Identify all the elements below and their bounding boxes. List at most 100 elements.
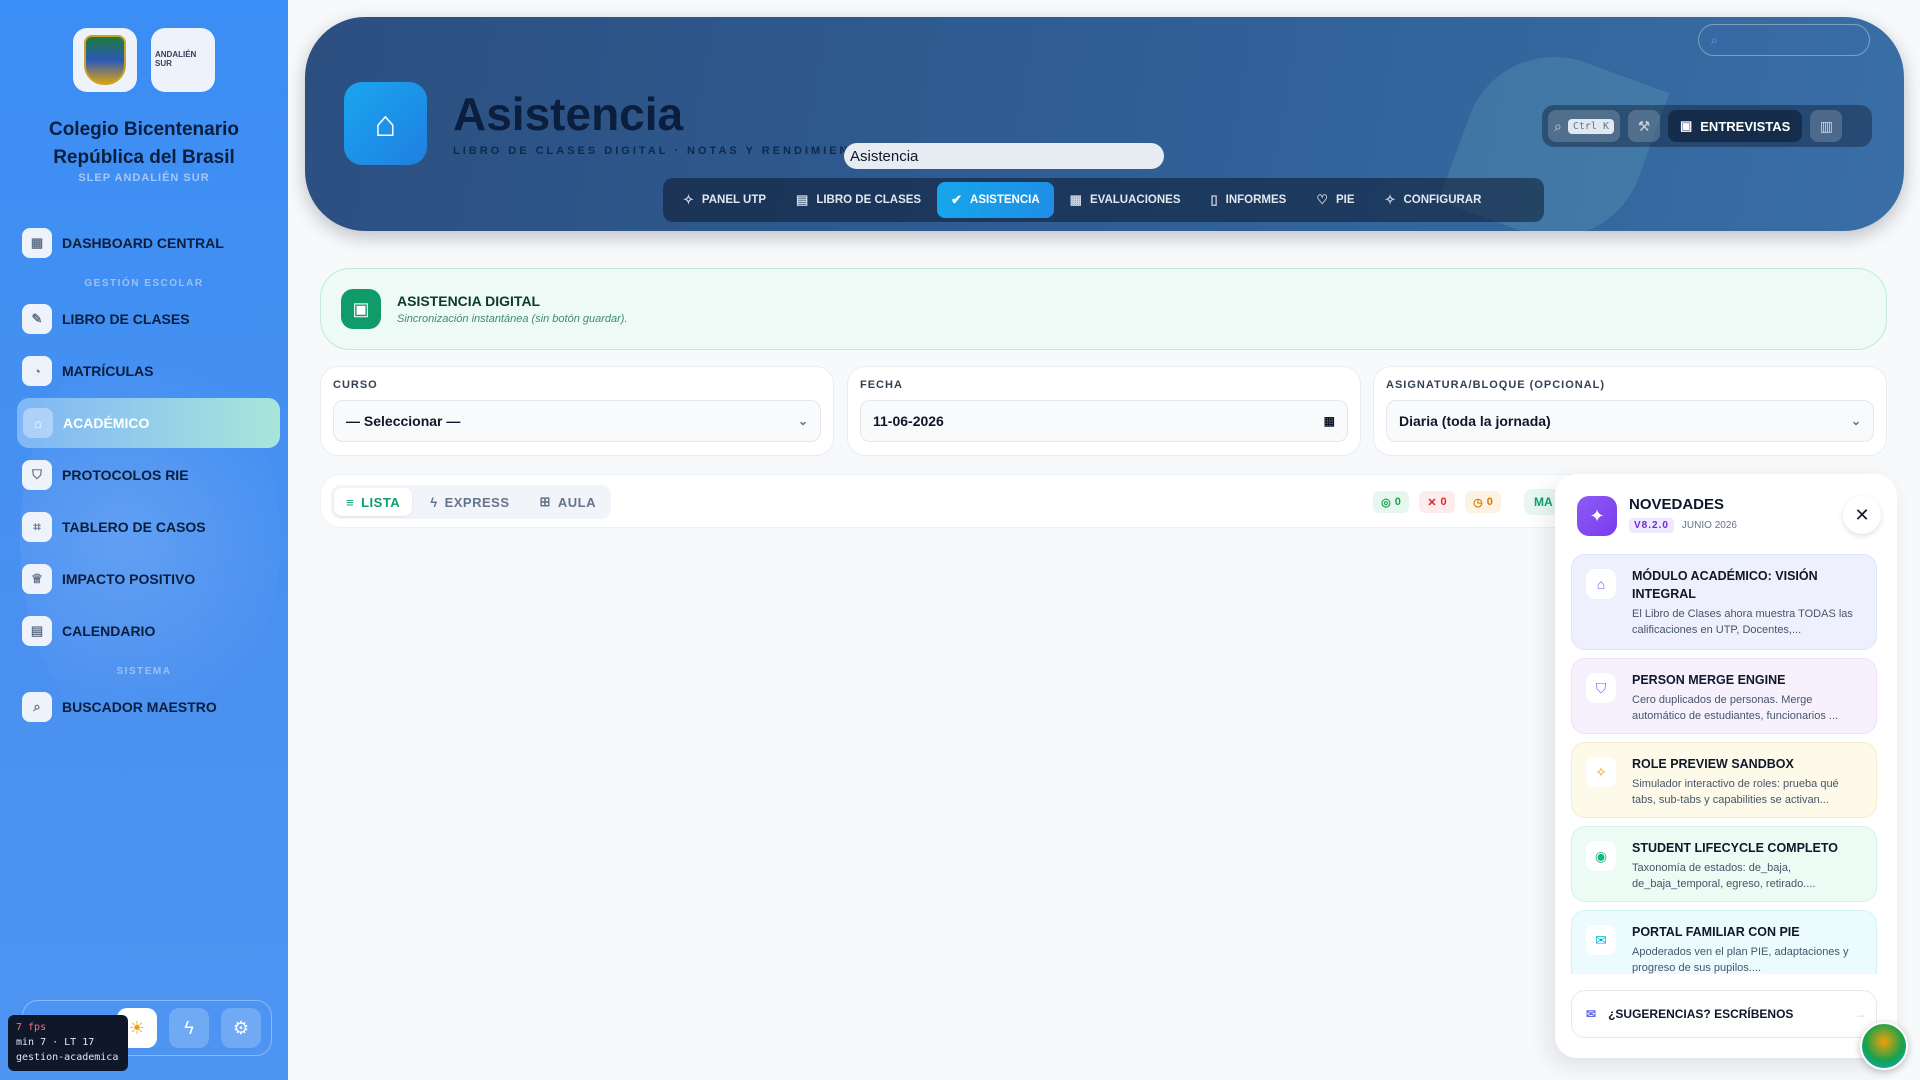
tab-label: PANEL UTP	[701, 194, 767, 206]
pin-icon: ⚒	[1637, 117, 1651, 134]
sidebar-item-label: CALENDARIO	[62, 623, 156, 639]
item-desc: El Libro de Clases ahora muestra TODAS l…	[1632, 608, 1853, 636]
logos: ANDALIÉN SUR	[0, 28, 288, 92]
sidebar-item-tablero-de-casos[interactable]: ⌗ TABLERO DE CASOS	[22, 510, 278, 544]
fps-min-line: min 7 · LT 17	[16, 1037, 95, 1048]
sidebar-item-label: LIBRO DE CLASES	[62, 311, 190, 327]
grid-icon: ▦	[22, 228, 52, 258]
layout-button[interactable]: ▥	[1810, 110, 1843, 142]
pencil-icon: ✎	[22, 304, 52, 334]
heart-icon: ♡	[1316, 192, 1329, 207]
list-item[interactable]: ⌂ MÓDULO ACADÉMICO: VISIÓN INTEGRAL El L…	[1571, 554, 1877, 650]
curso-label: CURSO	[333, 379, 378, 391]
item-title: MÓDULO ACADÉMICO: VISIÓN INTEGRAL	[1632, 569, 1818, 601]
school-crest-logo	[73, 28, 137, 92]
mode-label: LISTA	[361, 494, 401, 510]
suggestions-button[interactable]: ✉ ¿SUGERENCIAS? ESCRÍBENOS →	[1571, 990, 1877, 1038]
novedades-panel: ✦ NOVEDADES V8.2.0 JUNIO 2026 ✕ ⌂ MÓDULO…	[1555, 474, 1897, 1058]
sidebar-item-dashboard[interactable]: ▦ DASHBOARD CENTRAL	[22, 226, 278, 260]
fecha-input[interactable]: 11-06-2026 ▦	[860, 400, 1348, 442]
mode-label: AULA	[557, 494, 597, 510]
mode-lista[interactable]: ≡ LISTA	[334, 488, 413, 516]
graduation-cap-icon: ⌂	[1586, 569, 1616, 599]
graduation-cap-icon: ⌂	[344, 82, 427, 165]
novedades-title: NOVEDADES	[1629, 496, 1725, 513]
shield-check-icon: ⛉	[1586, 673, 1616, 703]
novedades-list: ⌂ MÓDULO ACADÉMICO: VISIÓN INTEGRAL El L…	[1571, 554, 1881, 974]
item-desc: Taxonomía de estados: de_baja, de_baja_t…	[1632, 862, 1816, 890]
view-mode-group: ≡ LISTA ϟ EXPRESS ⊞ AULA	[331, 485, 612, 519]
sidebar-item-matriculas[interactable]: ◔ MATRÍCULAS	[22, 354, 278, 388]
search-icon: ⌕	[1711, 32, 1718, 47]
suggestions-label: ¿SUGERENCIAS? ESCRÍBENOS	[1608, 1007, 1794, 1021]
sidebar-item-academico[interactable]: ⌂ ACADÉMICO	[17, 398, 280, 448]
banner-title: ASISTENCIA DIGITAL	[397, 293, 541, 309]
settings-icon[interactable]: ⚙	[221, 1008, 261, 1048]
asignatura-card: ASIGNATURA/BLOQUE (OPCIONAL) Diaria (tod…	[1373, 366, 1887, 456]
banner-subtitle: Sincronización instantánea (sin botón gu…	[397, 313, 628, 325]
module-tabs: ✧ PANEL UTP ▤ LIBRO DE CLASES ✔ ASISTENCIA …	[663, 178, 1544, 222]
tab-evaluaciones[interactable]: ▦ EVALUACIONES	[1056, 182, 1195, 218]
asignatura-select[interactable]: Diaria (toda la jornada) ⌄	[1386, 400, 1874, 442]
sidebar-item-buscador-maestro[interactable]: ⌕ BUSCADOR MAESTRO	[22, 690, 278, 724]
novedades-version: V8.2.0 JUNIO 2026	[1629, 518, 1737, 533]
mode-label: EXPRESS	[444, 494, 510, 510]
arrow-right-icon: →	[1854, 1007, 1866, 1021]
mail-icon: ✉	[1586, 925, 1616, 955]
entrevistas-label: ENTREVISTAS	[1700, 118, 1791, 134]
tab-libro-de-clases[interactable]: ▤ LIBRO DE CLASES	[782, 182, 935, 218]
sparkles-icon: ✧	[683, 192, 694, 207]
sidebar-item-protocolos-rie[interactable]: ⛉ PROTOCOLOS RIE	[22, 458, 278, 492]
curso-select[interactable]: — Seleccionar — ⌄	[333, 400, 821, 442]
close-button[interactable]: ✕	[1843, 496, 1881, 534]
close-icon: ✕	[1854, 504, 1870, 525]
item-desc: Simulador interactivo de roles: prueba q…	[1632, 778, 1839, 806]
item-desc: Apoderados ven el plan PIE, adaptaciones…	[1632, 946, 1849, 974]
version-badge: V8.2.0	[1629, 518, 1674, 533]
grid-icon: ⊞	[539, 494, 551, 509]
sidebar-item-libro-de-clases[interactable]: ✎ LIBRO DE CLASES	[22, 302, 278, 336]
school-subtitle: SLEP ANDALIÉN SUR	[78, 172, 210, 184]
slep-logo-text: ANDALIÉN SUR	[155, 50, 197, 68]
mode-aula[interactable]: ⊞ AULA	[528, 488, 609, 516]
trophy-icon: ♕	[22, 564, 52, 594]
assistant-avatar[interactable]	[1860, 1022, 1908, 1070]
present-value: 0	[1394, 496, 1401, 508]
top-search-pill[interactable]: ⌕	[1698, 24, 1870, 56]
version-date: JUNIO 2026	[1681, 520, 1737, 531]
tab-informes[interactable]: ▯ INFORMES	[1197, 182, 1301, 218]
user-icon: ◔	[22, 356, 52, 386]
tab-asistencia[interactable]: ✔ ASISTENCIA	[937, 182, 1054, 218]
mail-icon: ✉	[1586, 1007, 1597, 1021]
command-search-button[interactable]: ⌕ Ctrl K	[1548, 110, 1620, 142]
section-gestion-escolar: GESTIÓN ESCOLAR	[84, 278, 204, 289]
list-item[interactable]: ◉ STUDENT LIFECYCLE COMPLETO Taxonomía d…	[1571, 826, 1877, 902]
mode-express[interactable]: ϟ EXPRESS	[418, 488, 521, 516]
clipboard-icon: ▣	[1679, 118, 1693, 133]
list-item[interactable]: ✧ ROLE PREVIEW SANDBOX Simulador interac…	[1571, 742, 1877, 818]
sidebar: ANDALIÉN SUR Colegio Bicentenario Repúbl…	[0, 0, 288, 1080]
sidebar-item-calendario[interactable]: ▤ CALENDARIO	[22, 614, 278, 648]
sidebar-item-label: MATRÍCULAS	[62, 363, 154, 379]
tab-label: LIBRO DE CLASES	[816, 194, 922, 206]
late-value: 0	[1486, 496, 1493, 508]
present-count: ◎ 0	[1373, 491, 1409, 513]
tab-panel-utp[interactable]: ✧ PANEL UTP	[669, 182, 780, 218]
clipboard-icon: ▤	[796, 192, 809, 207]
entrevistas-button[interactable]: ▣ ENTREVISTAS	[1667, 110, 1803, 142]
calendar-icon[interactable]: ▦	[1324, 414, 1335, 428]
tab-pie[interactable]: ♡ PIE	[1302, 182, 1368, 218]
file-icon: ▯	[1210, 192, 1218, 207]
asignatura-label: ASIGNATURA/BLOQUE (OPCIONAL)	[1386, 379, 1606, 391]
sidebar-item-impacto-positivo[interactable]: ♕ IMPACTO POSITIVO	[22, 562, 278, 596]
list-item[interactable]: ⛉ PERSON MERGE ENGINE Cero duplicados de…	[1571, 658, 1877, 734]
sidebar-item-label: ACADÉMICO	[63, 415, 150, 431]
slep-logo: ANDALIÉN SUR	[151, 28, 215, 92]
chevron-down-icon: ⌄	[797, 414, 808, 428]
list-item[interactable]: ✉ PORTAL FAMILIAR CON PIE Apoderados ven…	[1571, 910, 1877, 974]
bolt-icon[interactable]: ϟ	[169, 1008, 209, 1048]
curso-value: — Seleccionar —	[346, 413, 461, 429]
pin-button[interactable]: ⚒	[1627, 110, 1660, 142]
tab-configurar[interactable]: ✧ CONFIGURAR	[1371, 182, 1496, 218]
fecha-label: FECHA	[860, 379, 903, 391]
